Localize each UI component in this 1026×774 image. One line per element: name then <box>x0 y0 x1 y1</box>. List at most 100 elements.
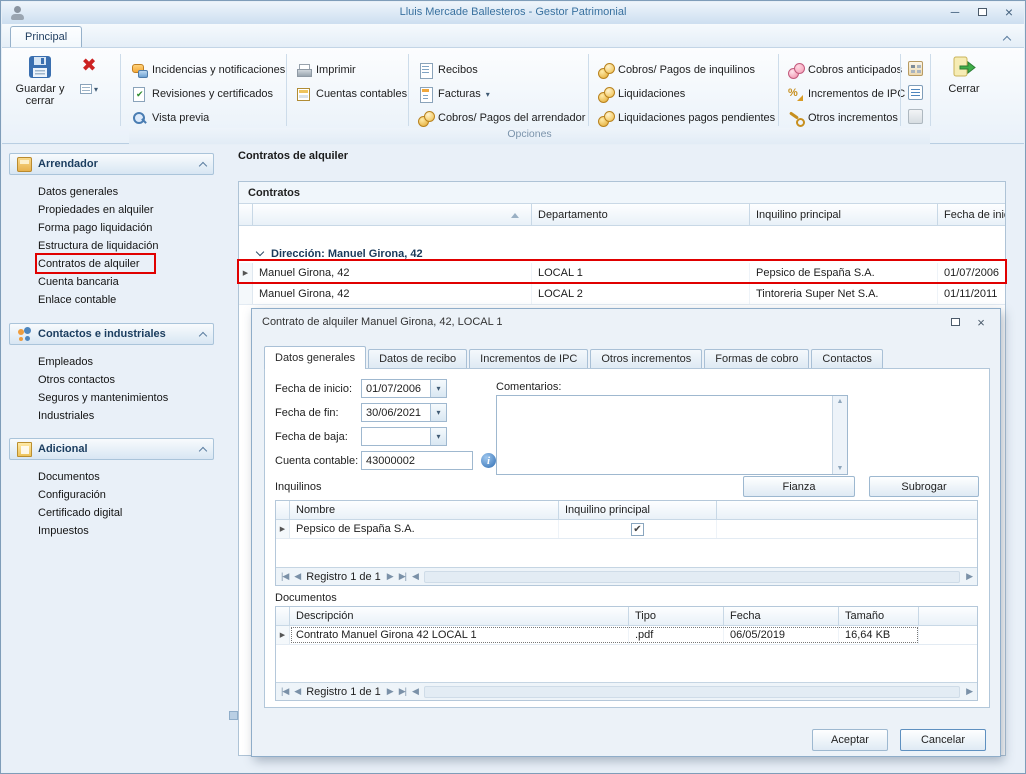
liquidaciones-button[interactable]: Liquidaciones <box>598 84 685 104</box>
scrollbar-thumb[interactable] <box>229 711 238 720</box>
cancelar-button[interactable]: Cancelar <box>900 729 986 751</box>
hscroll-right-button[interactable]: ▶ <box>966 686 972 697</box>
recibos-button[interactable]: Recibos <box>418 60 478 80</box>
tab-datos-recibo[interactable]: Datos de recibo <box>368 349 467 369</box>
imprimir-button[interactable]: Imprimir <box>296 60 356 80</box>
tab-contactos[interactable]: Contactos <box>811 349 883 369</box>
facturas-button[interactable]: Facturas ▾ <box>418 84 490 104</box>
pager-next-button[interactable]: ▶ <box>387 571 393 582</box>
cobros-arrendador-button[interactable]: Cobros/ Pagos del arrendador <box>418 108 585 128</box>
column-header-tamano[interactable]: Tamaño <box>839 607 919 626</box>
incidencias-button[interactable]: Incidencias y notificaciones <box>132 60 285 80</box>
hscroll-track[interactable] <box>424 571 960 583</box>
dropdown-icon[interactable]: ▾ <box>430 380 446 397</box>
sidebar-item-datos-generales[interactable]: Datos generales <box>38 184 118 200</box>
tab-principal[interactable]: Principal <box>10 26 82 47</box>
pager-last-button[interactable]: ▶| <box>399 686 406 697</box>
ribbon-collapse-button[interactable] <box>1004 33 1010 46</box>
ribbon-extra-button-1[interactable] <box>908 58 923 78</box>
sidebar-item-propiedades[interactable]: Propiedades en alquiler <box>38 202 154 218</box>
dropdown-icon[interactable]: ▾ <box>430 428 446 445</box>
sidebar-item-industriales[interactable]: Industriales <box>38 408 94 424</box>
hscroll-right-button[interactable]: ▶ <box>966 571 972 582</box>
checkbox-checked[interactable]: ✔ <box>631 523 644 536</box>
subrogar-button[interactable]: Subrogar <box>869 476 979 497</box>
sidebar-item-seguros[interactable]: Seguros y mantenimientos <box>38 390 168 406</box>
cobros-anticipados-button[interactable]: Cobros anticipados <box>788 60 902 80</box>
pager-next-button[interactable]: ▶ <box>387 686 393 697</box>
sidebar-item-impuestos[interactable]: Impuestos <box>38 523 89 539</box>
column-header-inquilino[interactable]: Inquilino principal <box>750 204 938 226</box>
aceptar-button[interactable]: Aceptar <box>812 729 888 751</box>
tab-formas-cobro[interactable]: Formas de cobro <box>704 349 809 369</box>
fecha-inicio-field[interactable]: 01/07/2006 ▾ <box>361 379 447 398</box>
fecha-baja-field[interactable]: ▾ <box>361 427 447 446</box>
column-header-departamento[interactable]: Departamento <box>532 204 750 226</box>
incrementos-ipc-button[interactable]: Incrementos de IPC <box>788 84 905 104</box>
column-header-nombre[interactable]: Nombre <box>290 501 559 520</box>
minimize-button[interactable]: ─ <box>946 5 964 20</box>
cerrar-button[interactable]: Cerrar <box>936 54 992 95</box>
column-header-principal[interactable]: Inquilino principal <box>559 501 717 520</box>
hscroll-track[interactable] <box>424 686 960 698</box>
table-row[interactable]: Manuel Girona, 42 LOCAL 2 Tintoreria Sup… <box>239 284 1005 305</box>
sidebar-item-otros-contactos[interactable]: Otros contactos <box>38 372 115 388</box>
fianza-button[interactable]: Fianza <box>743 476 855 497</box>
cuentas-contables-button[interactable]: Cuentas contables <box>296 84 407 104</box>
ribbon-extra-button-2[interactable] <box>908 82 923 102</box>
scroll-up-icon[interactable]: ▲ <box>837 398 844 405</box>
column-header-direccion[interactable] <box>253 204 532 226</box>
dialog-maximize-button[interactable] <box>946 315 964 330</box>
dialog-close-button[interactable]: × <box>972 315 990 330</box>
sidebar-group-contactos[interactable]: Contactos e industriales <box>9 323 214 345</box>
column-header-fecha[interactable]: Fecha <box>724 607 839 626</box>
maximize-button[interactable] <box>973 5 991 20</box>
sidebar-item-estructura[interactable]: Estructura de liquidación <box>38 238 158 254</box>
dropdown-icon[interactable]: ▾ <box>430 404 446 421</box>
pager-last-button[interactable]: ▶| <box>399 571 406 582</box>
sidebar-item-documentos[interactable]: Documentos <box>38 469 100 485</box>
ribbon-extra-button-3[interactable] <box>908 106 923 126</box>
liquidaciones-pendientes-button[interactable]: Liquidaciones pagos pendientes <box>598 108 775 128</box>
hscroll-left-button[interactable]: ◀ <box>412 571 418 582</box>
sidebar-item-certificado[interactable]: Certificado digital <box>38 505 122 521</box>
column-header-fecha[interactable]: Fecha de inici <box>938 204 1005 226</box>
sidebar-group-adicional[interactable]: Adicional <box>9 438 214 460</box>
table-row[interactable]: ▶ Manuel Girona, 42 LOCAL 1 Pepsico de E… <box>239 263 1005 284</box>
grid-group-row[interactable]: Dirección: Manuel Girona, 42 <box>239 244 1005 263</box>
pager-prev-button[interactable]: ◀ <box>294 571 300 582</box>
pager-first-button[interactable]: |◀ <box>281 571 288 582</box>
column-header-tipo[interactable]: Tipo <box>629 607 724 626</box>
otros-incrementos-button[interactable]: Otros incrementos <box>788 108 898 128</box>
pager-first-button[interactable]: |◀ <box>281 686 288 697</box>
scroll-down-icon[interactable]: ▼ <box>837 465 844 472</box>
tab-incrementos-ipc[interactable]: Incrementos de IPC <box>469 349 588 369</box>
sidebar-item-contratos-alquiler[interactable]: Contratos de alquiler <box>38 256 140 272</box>
sidebar-item-configuracion[interactable]: Configuración <box>38 487 106 503</box>
sidebar-group-arrendador[interactable]: Arrendador <box>9 153 214 175</box>
save-close-button[interactable]: Guardar y cerrar <box>12 54 68 107</box>
sidebar-item-cuenta-bancaria[interactable]: Cuenta bancaria <box>38 274 119 290</box>
fecha-fin-field[interactable]: 30/06/2021 ▾ <box>361 403 447 422</box>
tab-datos-generales[interactable]: Datos generales <box>264 346 366 369</box>
comentarios-textarea[interactable]: ▲ ▼ <box>496 395 848 475</box>
sidebar-item-forma-pago[interactable]: Forma pago liquidación <box>38 220 152 236</box>
hscroll-left-button[interactable]: ◀ <box>412 686 418 697</box>
table-row[interactable]: ▶ Pepsico de España S.A. ✔ <box>276 520 977 539</box>
revisiones-button[interactable]: Revisiones y certificados <box>132 84 273 104</box>
delete-button[interactable]: ✖ ▾ <box>72 54 106 94</box>
cuenta-contable-field[interactable]: 43000002 <box>361 451 473 470</box>
coins-icon <box>598 87 613 102</box>
close-button[interactable]: × <box>1000 5 1018 20</box>
table-row[interactable]: ▶ Contrato Manuel Girona 42 LOCAL 1 .pdf… <box>276 626 977 645</box>
column-header-descripcion[interactable]: Descripción <box>290 607 629 626</box>
info-icon[interactable]: i <box>481 453 496 468</box>
pager-prev-button[interactable]: ◀ <box>294 686 300 697</box>
delete-dropdown-button[interactable]: ▾ <box>80 84 98 94</box>
cobros-inquilinos-button[interactable]: Cobros/ Pagos de inquilinos <box>598 60 755 80</box>
textarea-scrollbar[interactable]: ▲ ▼ <box>832 396 847 474</box>
vista-previa-button[interactable]: Vista previa <box>132 108 209 128</box>
sidebar-item-enlace-contable[interactable]: Enlace contable <box>38 292 116 308</box>
tab-otros-incrementos[interactable]: Otros incrementos <box>590 349 702 369</box>
sidebar-item-empleados[interactable]: Empleados <box>38 354 93 370</box>
